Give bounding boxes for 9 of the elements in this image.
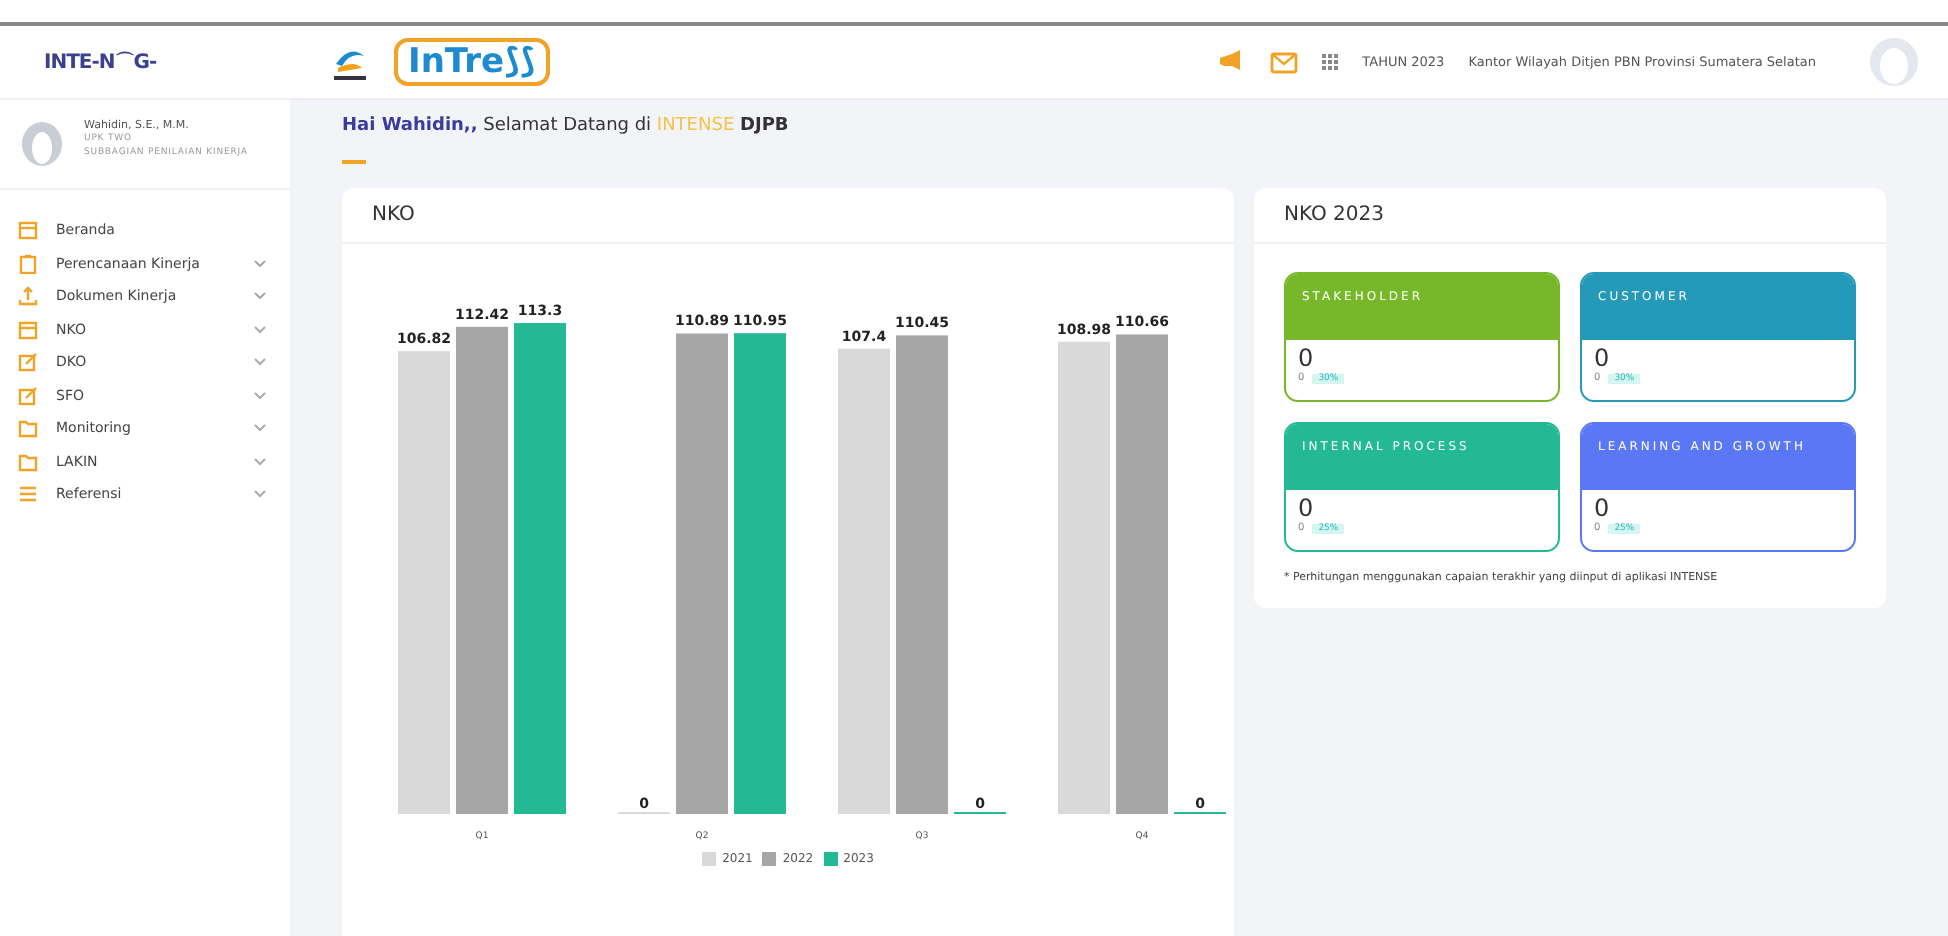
score-value: 0 bbox=[1594, 494, 1612, 522]
app-logo: InTre⟆⟆ bbox=[394, 38, 550, 86]
card-title: NKO 2023 bbox=[1254, 188, 1886, 244]
card-title: NKO bbox=[342, 188, 1234, 244]
brand-logo: INTE-N⌒G- bbox=[44, 49, 157, 76]
score-value: 0 bbox=[1594, 344, 1612, 372]
greeting-text: Hai Wahidin,, Selamat Datang di INTENSE DJPB bbox=[342, 116, 791, 136]
score-value: 0 bbox=[1298, 344, 1316, 372]
score-value: 0 bbox=[1298, 494, 1316, 522]
